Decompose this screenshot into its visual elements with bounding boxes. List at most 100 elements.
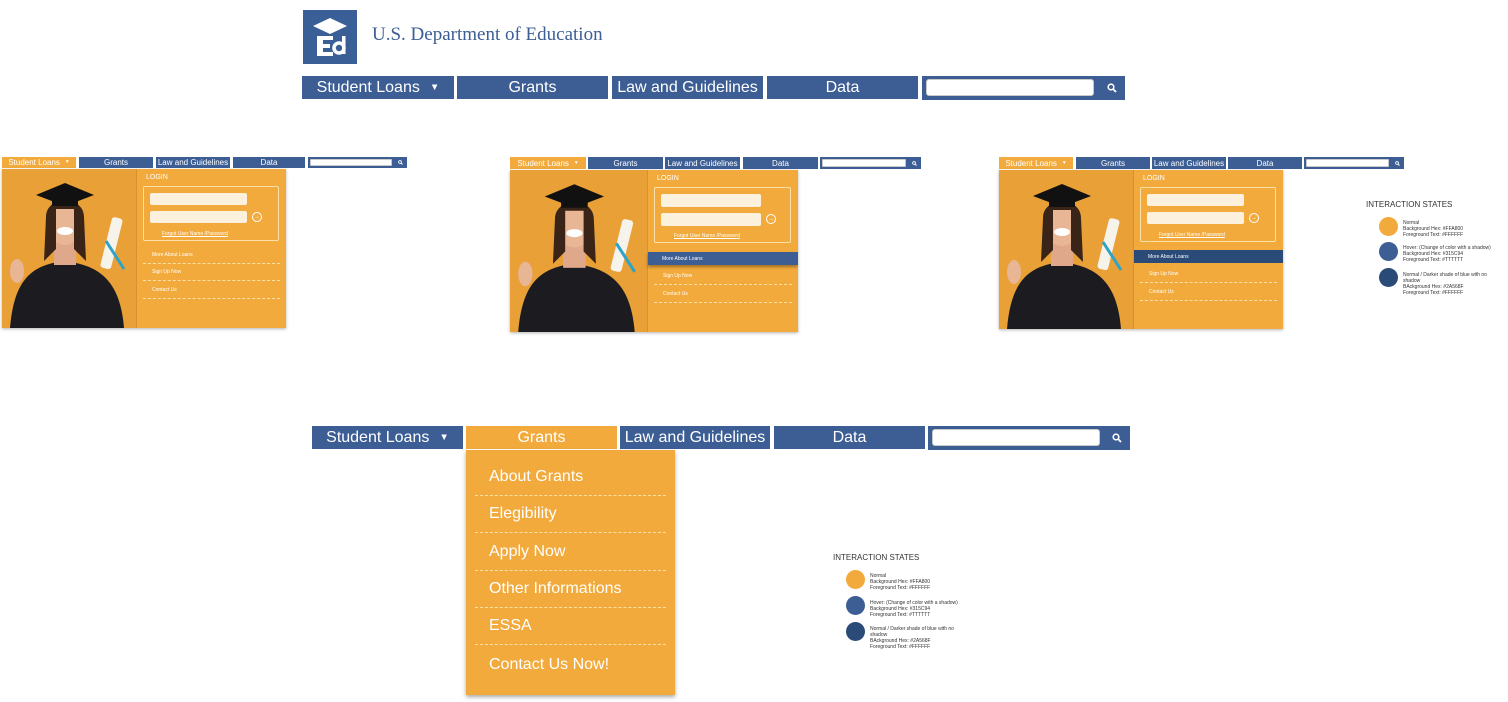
search-input[interactable] — [926, 79, 1094, 96]
magnifier-icon[interactable] — [1112, 433, 1122, 443]
menu-more-about-loans[interactable]: More About Loans — [143, 247, 280, 264]
login-card: LOGIN → Forgot User Name /Password More … — [510, 170, 798, 332]
magnifier-icon[interactable] — [398, 160, 403, 165]
nav-data-label: Data — [832, 428, 867, 446]
nav-student-loans[interactable]: Student Loans ▼ — [312, 426, 463, 449]
login-card: LOGIN → Forgot User Name /Password More … — [2, 169, 286, 328]
menu-other-informations[interactable]: Other Informations — [475, 571, 666, 608]
nav-law[interactable]: Law and Guidelines — [620, 426, 770, 449]
menu-sign-up-now[interactable]: Sign Up Now — [143, 264, 280, 281]
caret-down-icon: ▼ — [439, 432, 449, 443]
graduate-photo — [2, 169, 137, 328]
forgot-link[interactable]: Forgot User Name /Password — [674, 233, 740, 239]
nav-student-loans[interactable]: Student Loans ▼ — [510, 157, 586, 169]
menu-contact-us-now[interactable]: Contact Us Now! — [475, 646, 666, 683]
nav-student-loans[interactable]: Student Loans ▼ — [302, 76, 454, 99]
swatch-normal — [846, 570, 865, 589]
menu-contact-us[interactable]: Contact Us — [654, 286, 792, 303]
username-field[interactable] — [661, 194, 761, 207]
graduate-photo — [510, 170, 648, 332]
username-field[interactable] — [150, 193, 247, 205]
nav-law[interactable]: Law and Guidelines — [665, 157, 740, 169]
legend-pressed-text: Normal / Darker shade of blue with no sha… — [870, 626, 954, 650]
login-card: LOGIN → Forgot User Name /Password More … — [999, 170, 1283, 329]
menu-elegibility[interactable]: Elegibility — [475, 496, 666, 533]
login-panel: LOGIN → Forgot User Name /Password More … — [648, 170, 798, 332]
swatch-normal — [1379, 217, 1398, 236]
caret-down-icon: ▼ — [1061, 160, 1067, 166]
password-field[interactable] — [661, 213, 761, 226]
nav-student-loans-label: Student Loans — [8, 158, 60, 167]
nav-law[interactable]: Law and Guidelines — [1152, 157, 1226, 169]
menu-contact-us[interactable]: Contact Us — [1140, 284, 1277, 301]
nav-grants[interactable]: Grants — [466, 426, 617, 449]
login-title: LOGIN — [1143, 175, 1165, 182]
password-field[interactable] — [150, 211, 247, 223]
legend-title: INTERACTION STATES — [1366, 200, 1453, 209]
nav-data[interactable]: Data — [233, 157, 305, 168]
nav-law[interactable]: Law and Guidelines — [156, 157, 230, 168]
forgot-link[interactable]: Forgot User Name /Password — [1159, 232, 1225, 238]
search-input[interactable] — [310, 159, 392, 166]
nav-data[interactable]: Data — [743, 157, 818, 169]
legend-normal-text: Normal Background Hex: #FFA800 Foreground … — [1403, 220, 1464, 238]
magnifier-icon[interactable] — [912, 161, 917, 166]
nav-data[interactable]: Data — [1228, 157, 1302, 169]
nav-law-label: Law and Guidelines — [157, 158, 229, 167]
arrow-circle-icon[interactable]: → — [1249, 213, 1259, 223]
nav-data-label: Data — [260, 158, 278, 167]
ed-logo-icon[interactable] — [303, 10, 357, 64]
login-title: LOGIN — [657, 175, 679, 182]
nav-data-label: Data — [1256, 158, 1274, 168]
search-bar — [928, 426, 1130, 450]
nav-student-loans[interactable]: Student Loans ▼ — [2, 157, 76, 168]
nav-law-label: Law and Guidelines — [667, 158, 738, 168]
caret-down-icon: ▼ — [64, 160, 70, 165]
menu-more-about-loans[interactable]: More About Loans — [1134, 250, 1283, 263]
search-input[interactable] — [1306, 159, 1389, 167]
nav-grants[interactable]: Grants — [457, 76, 608, 99]
arrow-circle-icon[interactable]: → — [766, 214, 776, 224]
login-title: LOGIN — [146, 174, 168, 181]
login-form: → Forgot User Name /Password — [143, 186, 279, 241]
arrow-circle-icon[interactable]: → — [252, 212, 262, 222]
search-input[interactable] — [822, 159, 906, 167]
login-panel: LOGIN → Forgot User Name /Password More … — [1134, 170, 1283, 329]
nav-grants-label: Grants — [508, 78, 557, 96]
nav-student-loans-label: Student Loans — [1005, 158, 1057, 168]
nav-grants-label: Grants — [517, 428, 566, 446]
nav-grants[interactable]: Grants — [588, 157, 663, 169]
nav-grants[interactable]: Grants — [79, 157, 153, 168]
menu-apply-now[interactable]: Apply Now — [475, 534, 666, 571]
swatch-hover — [846, 596, 865, 615]
menu-more-about-loans[interactable]: More About Loans — [648, 252, 798, 265]
search-bar — [922, 76, 1125, 100]
nav-student-loans[interactable]: Student Loans ▼ — [999, 157, 1073, 169]
menu-essa[interactable]: ESSA — [475, 608, 666, 645]
nav-data[interactable]: Data — [774, 426, 925, 449]
password-field[interactable] — [1147, 212, 1244, 224]
magnifier-icon[interactable] — [1107, 83, 1117, 93]
nav-law[interactable]: Law and Guidelines — [612, 76, 763, 99]
menu-about-grants[interactable]: About Grants — [475, 459, 666, 496]
login-form: → Forgot User Name /Password — [1140, 187, 1276, 242]
menu-sign-up-now[interactable]: Sign Up Now — [654, 268, 792, 285]
legend-hover-text: Hover: (Change of color with a shadow) Ba… — [870, 600, 958, 618]
login-form: → Forgot User Name /Password — [654, 187, 791, 243]
nav-data-label: Data — [825, 78, 860, 96]
username-field[interactable] — [1147, 194, 1244, 206]
forgot-link[interactable]: Forgot User Name /Password — [162, 231, 228, 237]
menu-sign-up-now[interactable]: Sign Up Now — [1140, 266, 1277, 283]
search-input[interactable] — [932, 429, 1100, 446]
legend-hover-text: Hover: (Change of color with a shadow) Ba… — [1403, 245, 1491, 263]
nav-law-label: Law and Guidelines — [624, 428, 766, 446]
nav-grants[interactable]: Grants — [1076, 157, 1150, 169]
magnifier-icon[interactable] — [1395, 161, 1400, 166]
menu-contact-us[interactable]: Contact Us — [143, 282, 280, 299]
caret-down-icon: ▼ — [573, 160, 579, 166]
nav-data-label: Data — [772, 158, 789, 168]
nav-data[interactable]: Data — [767, 76, 918, 99]
legend-pressed-text: Normal / Darker shade of blue with no sha… — [1403, 272, 1487, 296]
nav-student-loans-label: Student Loans — [517, 158, 569, 168]
search-bar — [820, 157, 921, 169]
